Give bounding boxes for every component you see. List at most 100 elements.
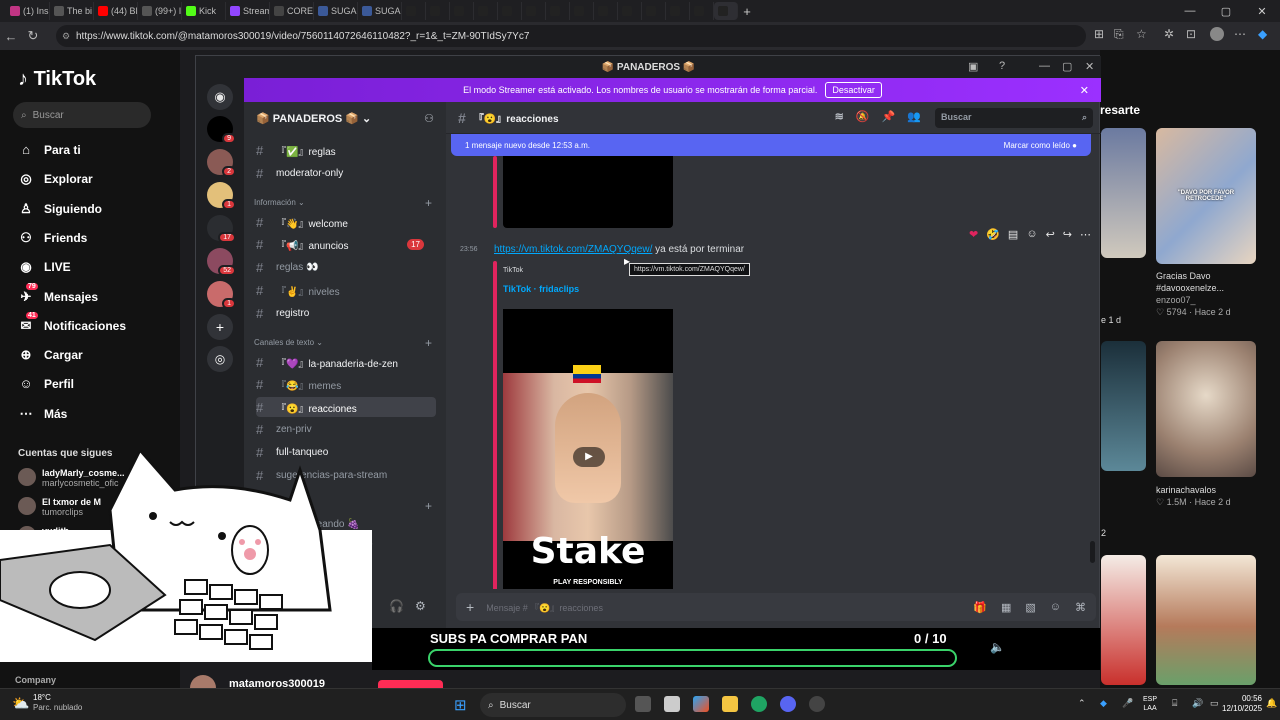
browser-tab[interactable]: (44) Bl [94, 2, 138, 20]
close-icon[interactable]: ✕ [1085, 60, 1094, 73]
disable-streamer-mode-button[interactable]: Desactivar [825, 82, 882, 98]
emoji-icon[interactable]: ☺ [1050, 601, 1061, 614]
tiktok-nav-upload[interactable]: ⊕ Cargar [18, 347, 83, 363]
tiktok-nav-message[interactable]: ✈ 79 Mensajes [18, 282, 98, 305]
threads-icon[interactable]: ≋ [835, 110, 844, 123]
store-icon[interactable] [664, 696, 680, 712]
browser-tab[interactable]: (99+) I [450, 2, 474, 20]
discord-app-icon[interactable] [780, 696, 796, 712]
minimize-icon[interactable]: — [1039, 60, 1050, 72]
follow-button[interactable] [378, 680, 443, 688]
apps-icon[interactable]: ⌘ [1075, 601, 1086, 614]
copilot-app-icon[interactable] [693, 696, 709, 712]
create-channel-icon[interactable]: + [425, 336, 432, 350]
previous-embed-video[interactable] [503, 156, 673, 228]
headset-icon[interactable]: 🎧 [389, 599, 404, 613]
inbox-icon[interactable]: ▣ [968, 60, 978, 73]
channel-item[interactable]: # reglas 👀 [256, 258, 436, 278]
create-channel-icon[interactable]: + [425, 196, 432, 210]
microphone-icon[interactable]: 🎤 [1122, 698, 1133, 709]
weather-widget[interactable]: 18°C Parc. nublado [33, 693, 82, 713]
tray-chevron-icon[interactable]: ⌃ [1078, 698, 1086, 709]
video-card-info[interactable]: Gracias Davo #davooxenelze... enzoo07_ ♡… [1156, 270, 1256, 318]
channel-item[interactable]: # 『😮』reacciones [256, 397, 436, 418]
help-icon[interactable]: ? [999, 60, 1005, 72]
battery-icon[interactable]: ▭ [1210, 698, 1219, 709]
tiktok-nav-home[interactable]: ⌂ Para ti [18, 142, 81, 157]
settings-icon[interactable]: ⚙ [415, 599, 426, 613]
bookmark-star-icon[interactable]: ☆ [1136, 27, 1147, 41]
channel-item[interactable]: # zen-priv [256, 420, 436, 440]
close-icon[interactable]: ✕ [1080, 84, 1089, 97]
volume-icon[interactable]: 🔊 [1192, 698, 1203, 709]
server-icon[interactable]: 1 [207, 182, 236, 210]
channel-item[interactable]: # moderator-only [256, 163, 436, 183]
channel-item[interactable]: # 『😂』memes [256, 375, 436, 395]
browser-tab[interactable]: (99+) I [138, 2, 182, 20]
browser-tab[interactable]: (99+) I [618, 2, 642, 20]
browser-tab[interactable]: (99+) I [522, 2, 546, 20]
browser-tab[interactable]: (1) Insi [6, 2, 50, 20]
browser-tab[interactable]: Stream [226, 2, 270, 20]
add-reaction-icon[interactable]: ☺ [1026, 228, 1037, 241]
profile-avatar-icon[interactable] [1210, 27, 1224, 41]
browser-tab[interactable]: The bi [50, 2, 94, 20]
video-thumbnail[interactable] [1101, 341, 1146, 471]
server-icon[interactable]: 1 [207, 281, 236, 309]
avatar[interactable] [190, 675, 216, 688]
tiktok-nav-live[interactable]: ◉ LIVE [18, 259, 70, 275]
tiktok-nav-more[interactable]: ⋯ Más [18, 406, 68, 422]
gif-icon[interactable]: ▦ [1001, 601, 1011, 614]
video-thumbnail[interactable] [1101, 128, 1146, 258]
browser-tab[interactable]: (99+) I [594, 2, 618, 20]
channel-item[interactable]: # 『✅』reglas [256, 140, 436, 160]
extensions-icon[interactable]: ✲ [1164, 27, 1174, 41]
address-bar[interactable]: ⚙ https://www.tiktok.com/@matamoros30001… [56, 25, 1086, 47]
browser-tab[interactable]: (99+) I [642, 2, 666, 20]
pin-icon[interactable]: 📌 [882, 110, 896, 123]
new-messages-bar[interactable]: 1 mensaje nuevo desde 12:53 a.m. Marcar … [451, 134, 1091, 156]
browser-tab[interactable]: SUGA [314, 2, 358, 20]
video-thumbnail[interactable]: "DAVO POR FAVOR RETROCEDE" [1156, 128, 1256, 264]
add-server-icon[interactable]: + [207, 314, 233, 340]
network-icon[interactable]: ⌸ [1172, 698, 1177, 709]
channel-item[interactable]: # registro [256, 303, 436, 323]
tiktok-nav-bell[interactable]: ✉ 41 Notificaciones [18, 311, 126, 334]
embed-video[interactable]: ▶ Stake PLAY RESPONSIBLY [503, 309, 673, 589]
discord-search-input[interactable]: Buscar ⌕ [935, 108, 1093, 128]
laugh-reaction-icon[interactable]: 🤣 [986, 228, 1000, 241]
browser-tab[interactable]: (99+) I [714, 2, 738, 20]
tray-app-icon[interactable]: ◆ [1100, 698, 1107, 709]
embed-title[interactable]: TikTok · fridaclips [503, 284, 579, 294]
browser-tab[interactable]: SUGA [358, 2, 402, 20]
video-thumbnail[interactable] [1156, 341, 1256, 477]
app-icon[interactable] [809, 696, 825, 712]
collections-icon[interactable]: ⊡ [1186, 27, 1196, 41]
close-window-button[interactable]: ✕ [1244, 0, 1280, 22]
server-icon[interactable]: 17 [207, 215, 236, 243]
channel-item[interactable]: # 『👋』welcome [256, 212, 436, 232]
reply-icon[interactable]: ↩ [1046, 228, 1055, 241]
video-author-name[interactable]: matamoros300019 [229, 678, 325, 688]
back-icon[interactable]: ← [0, 29, 22, 44]
company-link[interactable]: Company [15, 675, 56, 685]
server-name[interactable]: 📦 PANADEROS 📦 ⌄ [256, 112, 371, 125]
new-tab-icon[interactable]: + [738, 4, 756, 19]
browser-tab[interactable]: (99+) I [546, 2, 570, 20]
video-thumbnail[interactable] [1156, 555, 1256, 685]
heart-reaction-icon[interactable]: ❤ [969, 228, 978, 241]
maximize-window-button[interactable]: ▢ [1208, 0, 1244, 22]
browser-tab[interactable]: (99+) I [690, 2, 714, 20]
taskbar-search[interactable]: ⌕ Buscar [480, 693, 626, 717]
video-card-info[interactable]: karinachavalos ♡ 1.5M · Hace 2 d [1156, 484, 1256, 508]
task-view-icon[interactable] [635, 696, 651, 712]
sticker-icon[interactable]: ▧ [1025, 601, 1035, 614]
browser-tab[interactable]: COREA [270, 2, 314, 20]
minimize-window-button[interactable]: — [1172, 0, 1208, 22]
server-icon[interactable]: 52 [207, 248, 236, 276]
channel-category[interactable]: Información ⌄ [254, 198, 305, 207]
video-thumbnail[interactable] [1101, 555, 1146, 685]
site-info-icon[interactable]: ⚙ [62, 31, 70, 42]
browser-tab[interactable]: (99+) I [474, 2, 498, 20]
channel-item[interactable]: # 『📢』anuncios 17 [256, 235, 436, 255]
